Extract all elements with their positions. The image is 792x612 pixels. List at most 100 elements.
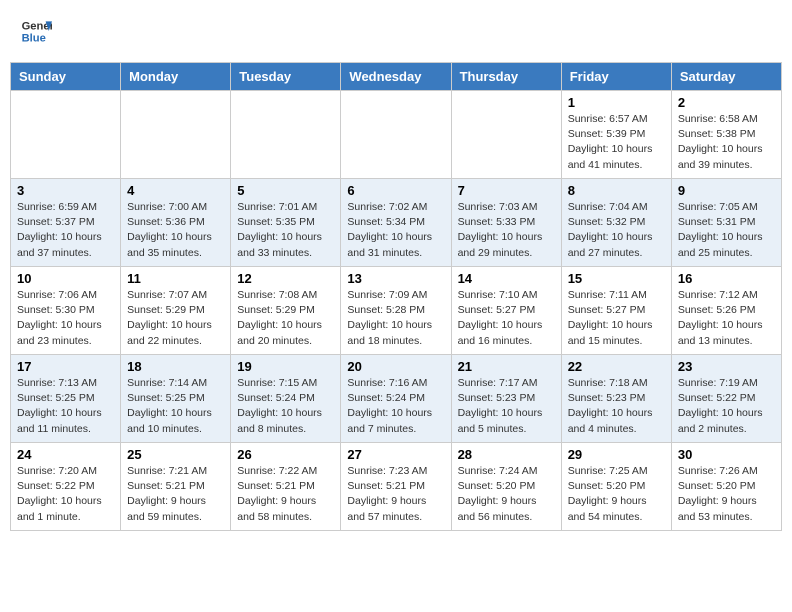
day-number: 4 (127, 183, 224, 198)
day-number: 9 (678, 183, 775, 198)
calendar-cell: 6 Sunrise: 7:02 AM Sunset: 5:34 PM Daylig… (341, 179, 451, 267)
calendar-cell: 28 Sunrise: 7:24 AM Sunset: 5:20 PM Dayli… (451, 443, 561, 531)
day-number: 26 (237, 447, 334, 462)
logo-icon: General Blue (20, 15, 52, 47)
day-info: Sunrise: 7:15 AM Sunset: 5:24 PM Dayligh… (237, 376, 334, 437)
calendar-cell: 29 Sunrise: 7:25 AM Sunset: 5:20 PM Dayli… (561, 443, 671, 531)
day-info: Sunrise: 7:26 AM Sunset: 5:20 PM Dayligh… (678, 464, 775, 525)
calendar-cell: 15 Sunrise: 7:11 AM Sunset: 5:27 PM Dayli… (561, 267, 671, 355)
weekday-header: Wednesday (341, 63, 451, 91)
day-number: 6 (347, 183, 444, 198)
weekday-header: Monday (121, 63, 231, 91)
day-info: Sunrise: 6:58 AM Sunset: 5:38 PM Dayligh… (678, 112, 775, 173)
day-info: Sunrise: 7:18 AM Sunset: 5:23 PM Dayligh… (568, 376, 665, 437)
day-info: Sunrise: 7:25 AM Sunset: 5:20 PM Dayligh… (568, 464, 665, 525)
calendar-cell: 16 Sunrise: 7:12 AM Sunset: 5:26 PM Dayli… (671, 267, 781, 355)
day-number: 23 (678, 359, 775, 374)
day-number: 1 (568, 95, 665, 110)
day-number: 10 (17, 271, 114, 286)
calendar-week-row: 17 Sunrise: 7:13 AM Sunset: 5:25 PM Dayli… (11, 355, 782, 443)
calendar-cell: 17 Sunrise: 7:13 AM Sunset: 5:25 PM Dayli… (11, 355, 121, 443)
calendar-cell: 27Sunrise: 7:23 AM Sunset: 5:21 PM Dayli… (341, 443, 451, 531)
day-info: Sunrise: 7:13 AM Sunset: 5:25 PM Dayligh… (17, 376, 114, 437)
day-number: 19 (237, 359, 334, 374)
day-info: Sunrise: 7:23 AM Sunset: 5:21 PM Dayligh… (347, 464, 444, 525)
calendar-cell: 8 Sunrise: 7:04 AM Sunset: 5:32 PM Daylig… (561, 179, 671, 267)
day-info: Sunrise: 7:03 AM Sunset: 5:33 PM Dayligh… (458, 200, 555, 261)
day-info: Sunrise: 7:10 AM Sunset: 5:27 PM Dayligh… (458, 288, 555, 349)
calendar-cell (11, 91, 121, 179)
day-number: 3 (17, 183, 114, 198)
calendar-cell: 2 Sunrise: 6:58 AM Sunset: 5:38 PM Daylig… (671, 91, 781, 179)
day-info: Sunrise: 7:11 AM Sunset: 5:27 PM Dayligh… (568, 288, 665, 349)
calendar-table: SundayMondayTuesdayWednesdayThursdayFrid… (10, 62, 782, 531)
weekday-header: Sunday (11, 63, 121, 91)
day-info: Sunrise: 7:21 AM Sunset: 5:21 PM Dayligh… (127, 464, 224, 525)
day-info: Sunrise: 7:16 AM Sunset: 5:24 PM Dayligh… (347, 376, 444, 437)
calendar-cell: 14 Sunrise: 7:10 AM Sunset: 5:27 PM Dayli… (451, 267, 561, 355)
calendar-cell: 11 Sunrise: 7:07 AM Sunset: 5:29 PM Dayli… (121, 267, 231, 355)
weekday-header-row: SundayMondayTuesdayWednesdayThursdayFrid… (11, 63, 782, 91)
day-number: 15 (568, 271, 665, 286)
day-number: 29 (568, 447, 665, 462)
weekday-header: Saturday (671, 63, 781, 91)
day-number: 22 (568, 359, 665, 374)
calendar-cell: 5 Sunrise: 7:01 AM Sunset: 5:35 PM Daylig… (231, 179, 341, 267)
day-info: Sunrise: 7:20 AM Sunset: 5:22 PM Dayligh… (17, 464, 114, 525)
calendar-cell: 23 Sunrise: 7:19 AM Sunset: 5:22 PM Dayli… (671, 355, 781, 443)
day-number: 14 (458, 271, 555, 286)
calendar-cell: 19 Sunrise: 7:15 AM Sunset: 5:24 PM Dayli… (231, 355, 341, 443)
day-info: Sunrise: 7:14 AM Sunset: 5:25 PM Dayligh… (127, 376, 224, 437)
weekday-header: Tuesday (231, 63, 341, 91)
day-number: 5 (237, 183, 334, 198)
calendar-cell: 12 Sunrise: 7:08 AM Sunset: 5:29 PM Dayli… (231, 267, 341, 355)
day-info: Sunrise: 7:04 AM Sunset: 5:32 PM Dayligh… (568, 200, 665, 261)
calendar-cell: 7 Sunrise: 7:03 AM Sunset: 5:33 PM Daylig… (451, 179, 561, 267)
logo: General Blue (20, 15, 52, 47)
day-info: Sunrise: 7:07 AM Sunset: 5:29 PM Dayligh… (127, 288, 224, 349)
day-info: Sunrise: 7:01 AM Sunset: 5:35 PM Dayligh… (237, 200, 334, 261)
day-number: 13 (347, 271, 444, 286)
day-number: 18 (127, 359, 224, 374)
svg-text:Blue: Blue (22, 32, 46, 44)
day-number: 28 (458, 447, 555, 462)
day-number: 17 (17, 359, 114, 374)
day-number: 25 (127, 447, 224, 462)
day-number: 11 (127, 271, 224, 286)
day-number: 21 (458, 359, 555, 374)
calendar-cell: 1Sunrise: 6:57 AM Sunset: 5:39 PM Daylig… (561, 91, 671, 179)
day-number: 7 (458, 183, 555, 198)
day-info: Sunrise: 7:00 AM Sunset: 5:36 PM Dayligh… (127, 200, 224, 261)
calendar-cell (121, 91, 231, 179)
calendar-week-row: 3 Sunrise: 6:59 AM Sunset: 5:37 PM Daylig… (11, 179, 782, 267)
day-number: 20 (347, 359, 444, 374)
calendar-cell: 26 Sunrise: 7:22 AM Sunset: 5:21 PM Dayli… (231, 443, 341, 531)
calendar-cell: 24 Sunrise: 7:20 AM Sunset: 5:22 PM Dayli… (11, 443, 121, 531)
calendar-cell: 4 Sunrise: 7:00 AM Sunset: 5:36 PM Daylig… (121, 179, 231, 267)
calendar-week-row: 24 Sunrise: 7:20 AM Sunset: 5:22 PM Dayli… (11, 443, 782, 531)
calendar-week-row: 1Sunrise: 6:57 AM Sunset: 5:39 PM Daylig… (11, 91, 782, 179)
calendar-cell: 22 Sunrise: 7:18 AM Sunset: 5:23 PM Dayli… (561, 355, 671, 443)
day-number: 24 (17, 447, 114, 462)
calendar-cell: 30Sunrise: 7:26 AM Sunset: 5:20 PM Dayli… (671, 443, 781, 531)
calendar-week-row: 10Sunrise: 7:06 AM Sunset: 5:30 PM Dayli… (11, 267, 782, 355)
day-info: Sunrise: 7:12 AM Sunset: 5:26 PM Dayligh… (678, 288, 775, 349)
calendar-cell (231, 91, 341, 179)
day-info: Sunrise: 7:22 AM Sunset: 5:21 PM Dayligh… (237, 464, 334, 525)
weekday-header: Thursday (451, 63, 561, 91)
day-info: Sunrise: 6:59 AM Sunset: 5:37 PM Dayligh… (17, 200, 114, 261)
day-info: Sunrise: 7:05 AM Sunset: 5:31 PM Dayligh… (678, 200, 775, 261)
day-number: 16 (678, 271, 775, 286)
day-number: 8 (568, 183, 665, 198)
day-number: 2 (678, 95, 775, 110)
header: General Blue (10, 10, 782, 52)
calendar-cell: 20 Sunrise: 7:16 AM Sunset: 5:24 PM Dayli… (341, 355, 451, 443)
day-number: 12 (237, 271, 334, 286)
calendar-cell: 13Sunrise: 7:09 AM Sunset: 5:28 PM Dayli… (341, 267, 451, 355)
day-info: Sunrise: 7:02 AM Sunset: 5:34 PM Dayligh… (347, 200, 444, 261)
day-info: Sunrise: 7:08 AM Sunset: 5:29 PM Dayligh… (237, 288, 334, 349)
day-info: Sunrise: 7:24 AM Sunset: 5:20 PM Dayligh… (458, 464, 555, 525)
calendar-cell: 9 Sunrise: 7:05 AM Sunset: 5:31 PM Daylig… (671, 179, 781, 267)
day-info: Sunrise: 7:19 AM Sunset: 5:22 PM Dayligh… (678, 376, 775, 437)
calendar-cell: 10Sunrise: 7:06 AM Sunset: 5:30 PM Dayli… (11, 267, 121, 355)
